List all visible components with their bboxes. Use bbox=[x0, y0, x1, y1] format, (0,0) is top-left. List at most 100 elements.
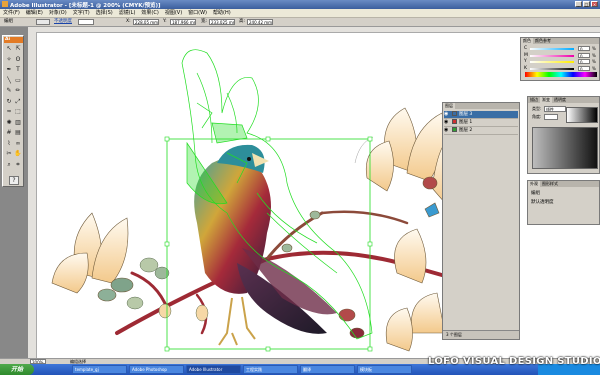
color-channel-field[interactable]: 0 bbox=[578, 65, 590, 71]
scissors-tool-icon[interactable]: ✂ bbox=[5, 150, 13, 158]
selection-tool-icon[interactable]: ↖ bbox=[5, 45, 13, 53]
appearance-panel-tabs: 外观 图形样式 bbox=[528, 181, 599, 187]
taskbar-item[interactable]: 翻译 bbox=[300, 365, 355, 374]
slice-tool-icon[interactable]: ⌗ bbox=[14, 161, 22, 169]
color-channel-unit: % bbox=[592, 65, 596, 71]
magic-wand-tool-icon[interactable]: ✧ bbox=[5, 56, 13, 64]
color-channel-label: M bbox=[524, 52, 528, 58]
lasso-tool-icon[interactable]: ʘ bbox=[14, 56, 22, 64]
layer-name: 图层 1 bbox=[459, 120, 473, 125]
blend-tool-icon[interactable]: ∞ bbox=[14, 140, 22, 148]
color-spectrum-bar[interactable] bbox=[525, 72, 597, 77]
gradient-angle-label: 角度: bbox=[532, 114, 542, 119]
menu-object[interactable]: 对象(O) bbox=[46, 9, 70, 17]
gradient-panel-tabs: 描边 渐变 透明度 bbox=[528, 97, 599, 103]
tab-transparency[interactable]: 透明度 bbox=[552, 97, 568, 103]
layer-row[interactable]: ◉ 图层 2 bbox=[444, 127, 518, 135]
menu-select[interactable]: 选择(S) bbox=[93, 9, 116, 17]
menu-effect[interactable]: 效果(C) bbox=[138, 9, 161, 17]
tab-color[interactable]: 颜色 bbox=[521, 38, 533, 44]
taskbar-item[interactable]: 工程实践 bbox=[243, 365, 298, 374]
taskbar-item[interactable]: 模块板 bbox=[357, 365, 412, 374]
menu-bar: 文件(F) 编辑(E) 对象(O) 文字(T) 选择(S) 滤镜(L) 效果(C) 视图(V)… bbox=[0, 9, 600, 18]
menu-view[interactable]: 视图(V) bbox=[162, 9, 185, 17]
eyedropper-tool-icon[interactable]: ⌇ bbox=[5, 140, 13, 148]
control-bar: 编组 不透明度 X: 228.05 mm Y: 187.966 mm 宽: 23… bbox=[0, 18, 600, 27]
menu-edit[interactable]: 编辑(E) bbox=[23, 9, 46, 17]
width-field[interactable]: 233.025 mm bbox=[209, 19, 235, 25]
hand-tool-icon[interactable]: ✋ bbox=[14, 150, 22, 158]
y-field[interactable]: 187.966 mm bbox=[170, 19, 196, 25]
rectangle-tool-icon[interactable]: ▭ bbox=[14, 77, 22, 85]
start-button[interactable]: 开始 bbox=[0, 364, 34, 375]
free-transform-tool-icon[interactable]: ⬚ bbox=[14, 108, 22, 116]
paintbrush-tool-icon[interactable]: ✎ bbox=[5, 87, 13, 95]
menu-help[interactable]: 帮助(H) bbox=[210, 9, 234, 17]
menu-window[interactable]: 窗口(W) bbox=[185, 9, 210, 17]
maximize-button[interactable]: □ bbox=[583, 1, 590, 7]
mesh-tool-icon[interactable]: # bbox=[5, 129, 13, 137]
height-label: 高: bbox=[239, 19, 246, 24]
close-button[interactable]: × bbox=[591, 1, 598, 7]
type-tool-icon[interactable]: T bbox=[14, 66, 22, 74]
visibility-eye-icon[interactable]: ◉ bbox=[444, 119, 450, 126]
color-channel-slider[interactable] bbox=[530, 54, 574, 57]
menu-file[interactable]: 文件(F) bbox=[0, 9, 23, 17]
direct-selection-tool-icon[interactable]: ⇱ bbox=[14, 45, 22, 53]
opacity-link[interactable]: 不透明度 bbox=[54, 19, 72, 25]
x-field[interactable]: 228.05 mm bbox=[133, 19, 159, 25]
x-label: X: bbox=[126, 19, 131, 24]
line-tool-icon[interactable]: ╲ bbox=[5, 77, 13, 85]
help-button[interactable]: ? bbox=[9, 176, 19, 185]
width-label: 宽: bbox=[201, 19, 208, 24]
color-channel-slider[interactable] bbox=[530, 48, 574, 50]
layer-row[interactable]: ◉ 图层 3 bbox=[444, 111, 518, 119]
menu-type[interactable]: 文字(T) bbox=[70, 9, 93, 17]
minimize-button[interactable]: _ bbox=[575, 1, 582, 7]
opacity-field[interactable] bbox=[78, 19, 94, 25]
gradient-angle-field[interactable] bbox=[544, 114, 558, 120]
taskbar-item[interactable]: Adobe Illustrator bbox=[186, 365, 241, 374]
taskbar-item[interactable]: template_gj bbox=[72, 365, 127, 374]
color-channel-field[interactable]: 0 bbox=[578, 59, 590, 64]
layer-name: 图层 2 bbox=[459, 128, 473, 133]
visibility-eye-icon[interactable]: ◉ bbox=[444, 127, 450, 134]
gradient-type-select[interactable]: 线性 bbox=[544, 106, 566, 112]
gradient-slider[interactable] bbox=[532, 127, 598, 169]
graph-tool-icon[interactable]: ▥ bbox=[14, 119, 22, 127]
layers-panel: 图层 ◉ 图层 3 ◉ 图层 1 ◉ 图层 2 3 个图层 bbox=[442, 102, 520, 340]
gradient-type-label: 类型: bbox=[532, 106, 542, 111]
rotate-tool-icon[interactable]: ↻ bbox=[5, 98, 13, 106]
zoom-tool-icon[interactable]: ⌕ bbox=[5, 161, 13, 169]
symbol-sprayer-tool-icon[interactable]: ✺ bbox=[5, 119, 13, 127]
color-channel-field[interactable]: 0 bbox=[578, 52, 590, 58]
pen-tool-icon[interactable]: ✒ bbox=[5, 66, 13, 74]
warp-tool-icon[interactable]: ≈ bbox=[5, 108, 13, 116]
appearance-item[interactable]: 默认透明度 bbox=[531, 199, 554, 205]
height-field[interactable]: 240.42 mm bbox=[247, 19, 273, 25]
y-label: Y: bbox=[163, 19, 167, 24]
gradient-tool-icon[interactable]: ▤ bbox=[14, 129, 22, 137]
scale-tool-icon[interactable]: ⤢ bbox=[14, 98, 22, 106]
tab-gradient[interactable]: 渐变 bbox=[540, 97, 552, 103]
tab-stroke[interactable]: 描边 bbox=[528, 97, 540, 103]
color-channel-slider[interactable] bbox=[530, 61, 574, 63]
color-channel-label: Y bbox=[524, 59, 527, 64]
fill-swatch-dropdown[interactable] bbox=[36, 19, 50, 25]
tab-layers[interactable]: 图层 bbox=[443, 103, 455, 109]
visibility-eye-icon[interactable]: ◉ bbox=[444, 111, 450, 118]
tab-appearance[interactable]: 外观 bbox=[528, 181, 540, 187]
studio-watermark: LOFO VISUAL DESIGN STUDIO bbox=[428, 356, 600, 367]
color-channel-field[interactable]: 0 bbox=[578, 46, 590, 51]
layer-thumbnail bbox=[452, 119, 457, 124]
taskbar-item[interactable]: Adobe Photoshop bbox=[129, 365, 184, 374]
layer-name: 图层 3 bbox=[459, 112, 473, 117]
tab-graphic-styles[interactable]: 图形样式 bbox=[540, 181, 560, 187]
layer-row[interactable]: ◉ 图层 1 bbox=[444, 119, 518, 127]
color-channel-slider[interactable] bbox=[530, 67, 574, 70]
layer-thumbnail bbox=[452, 127, 457, 132]
menu-filter[interactable]: 滤镜(L) bbox=[116, 9, 139, 17]
color-channel-unit: % bbox=[592, 52, 596, 58]
tab-color-guide[interactable]: 颜色参考 bbox=[533, 38, 553, 44]
pencil-tool-icon[interactable]: ✏ bbox=[14, 87, 22, 95]
